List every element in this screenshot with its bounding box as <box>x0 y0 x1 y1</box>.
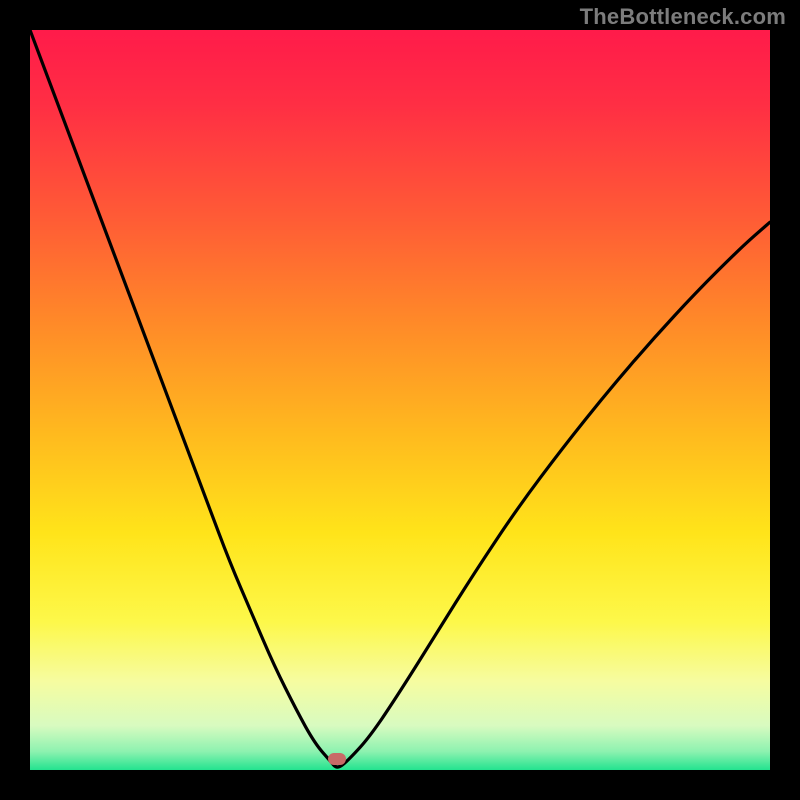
bottleneck-curve <box>30 30 770 770</box>
plot-area <box>30 30 770 770</box>
chart-frame: TheBottleneck.com <box>0 0 800 800</box>
optimal-point-marker <box>328 753 346 765</box>
watermark-label: TheBottleneck.com <box>580 4 786 30</box>
